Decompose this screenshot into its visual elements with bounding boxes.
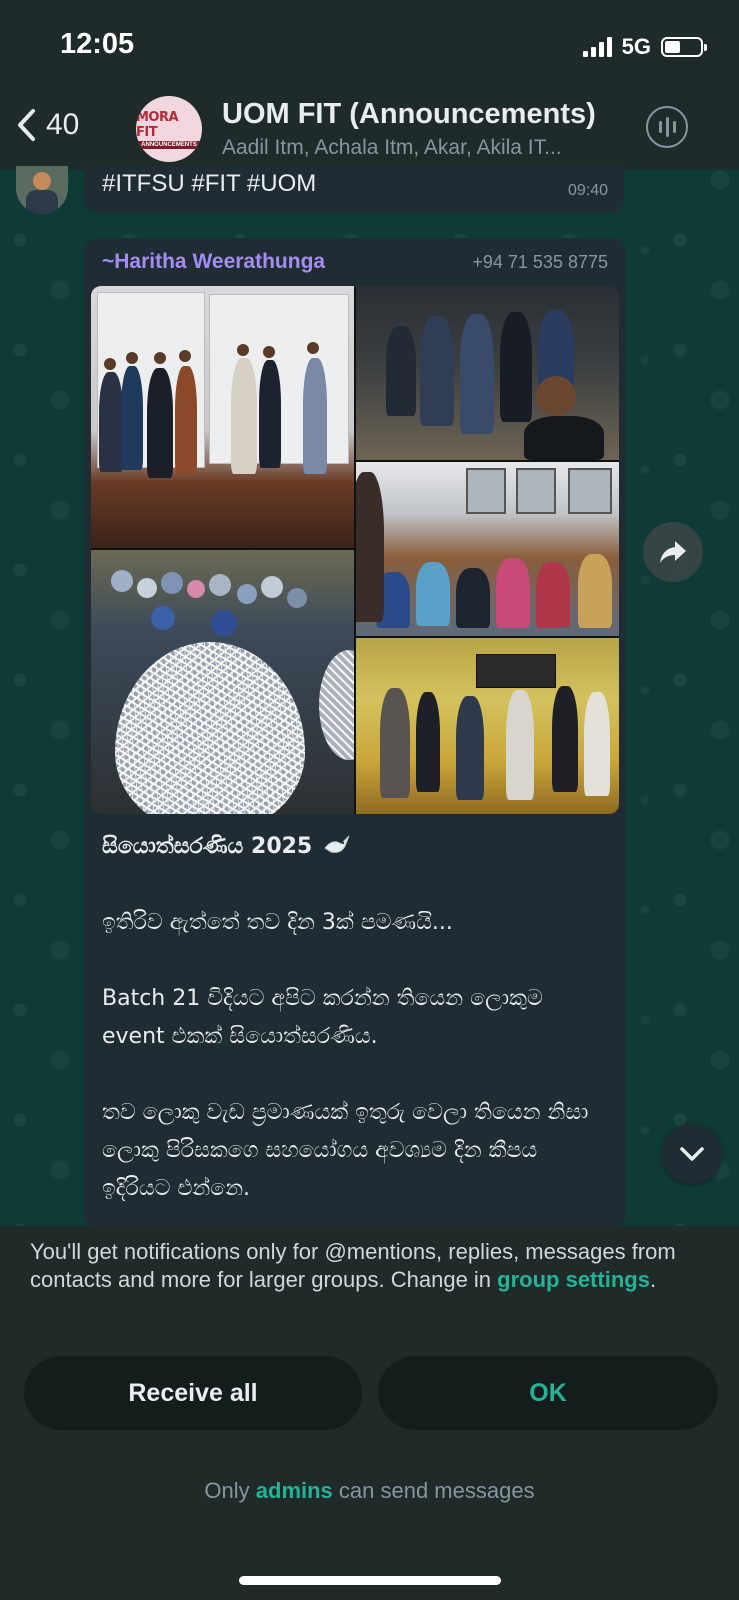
photo-album[interactable] (91, 286, 619, 814)
notification-sheet: You'll get notifications only for @menti… (0, 1226, 739, 1600)
message-time: 09:40 (567, 182, 608, 199)
scroll-down-button[interactable] (662, 1124, 722, 1184)
message-bubble[interactable]: ~Haritha Weerathunga +94 71 535 8775 සිය… (84, 238, 626, 1228)
string-egg-decoration (115, 642, 305, 814)
string-egg-decoration-small (319, 650, 354, 760)
ok-button[interactable]: OK (378, 1356, 718, 1430)
group-settings-link[interactable]: group settings (497, 1267, 650, 1292)
chat-header: 40 MORA FIT ANNOUNCEMENTS UOM FIT (Annou… (0, 88, 739, 170)
photo-stage-presentation[interactable] (91, 286, 354, 548)
chevron-left-icon (18, 109, 35, 141)
admins-only-suffix: can send messages (332, 1478, 535, 1503)
notice-end: . (649, 1267, 657, 1292)
message-paragraph: Batch 21 විදියට අපිට කරන්න තියෙන ලොකුම e… (102, 986, 543, 1049)
chevron-down-icon (680, 1147, 704, 1161)
sender-name[interactable]: ~Haritha Weerathunga (102, 250, 325, 274)
message-bubble-previous[interactable]: #ITFSU #FIT #UOM 09:40 (84, 166, 624, 212)
voice-chat-button[interactable] (646, 106, 688, 148)
admins-only-prefix: Only (204, 1478, 256, 1503)
status-bar: 12:05 5G (0, 0, 739, 88)
message-text: #ITFSU #FIT #UOM (102, 170, 317, 197)
message-paragraph: තව ලොකු වැඩ ප්‍රමාණයක් ඉතුරු වෙලා තියෙන … (102, 1100, 589, 1201)
photo-dance-practice[interactable] (356, 638, 619, 814)
message-paragraph: ඉතිරිව ඇත්තේ තව දින 3ක් පමණයි... (102, 910, 453, 935)
dove-emoji-icon (324, 835, 350, 853)
network-type: 5G (621, 34, 651, 59)
admins-only-notice: Only admins can send messages (0, 1478, 739, 1504)
message-heading: සියොත්සරණිය 2025 (102, 828, 612, 866)
admins-link[interactable]: admins (256, 1478, 333, 1503)
receive-all-button[interactable]: Receive all (24, 1356, 362, 1430)
unread-count: 40 (46, 108, 80, 141)
message-heading-text: සියොත්සරණිය 2025 (102, 834, 313, 859)
signal-icon (582, 37, 612, 57)
battery-icon (661, 37, 707, 57)
sender-phone: +94 71 535 8775 (472, 252, 608, 272)
forward-button[interactable] (643, 522, 703, 582)
group-title[interactable]: UOM FIT (Announcements) (222, 98, 596, 131)
photo-classroom-group[interactable] (356, 462, 619, 636)
photo-group-selfie[interactable] (356, 286, 619, 460)
avatar-logo-subtext: ANNOUNCEMENTS (138, 140, 200, 149)
home-indicator[interactable] (239, 1576, 501, 1585)
photo-decorations[interactable] (91, 550, 354, 814)
message-body: සියොත්සරණිය 2025 ඉතිරිව ඇත්තේ තව දින 3ක්… (102, 828, 612, 1208)
status-indicators: 5G (582, 34, 707, 60)
group-members[interactable]: Aadil Itm, Achala Itm, Akar, Akila IT... (222, 136, 562, 160)
forward-arrow-icon (660, 541, 686, 563)
back-button[interactable]: 40 (16, 108, 79, 142)
notification-notice: You'll get notifications only for @menti… (30, 1238, 720, 1294)
status-time: 12:05 (60, 28, 135, 60)
group-avatar[interactable]: MORA FIT ANNOUNCEMENTS (136, 96, 202, 162)
avatar-logo-text: MORA FIT (136, 109, 179, 140)
